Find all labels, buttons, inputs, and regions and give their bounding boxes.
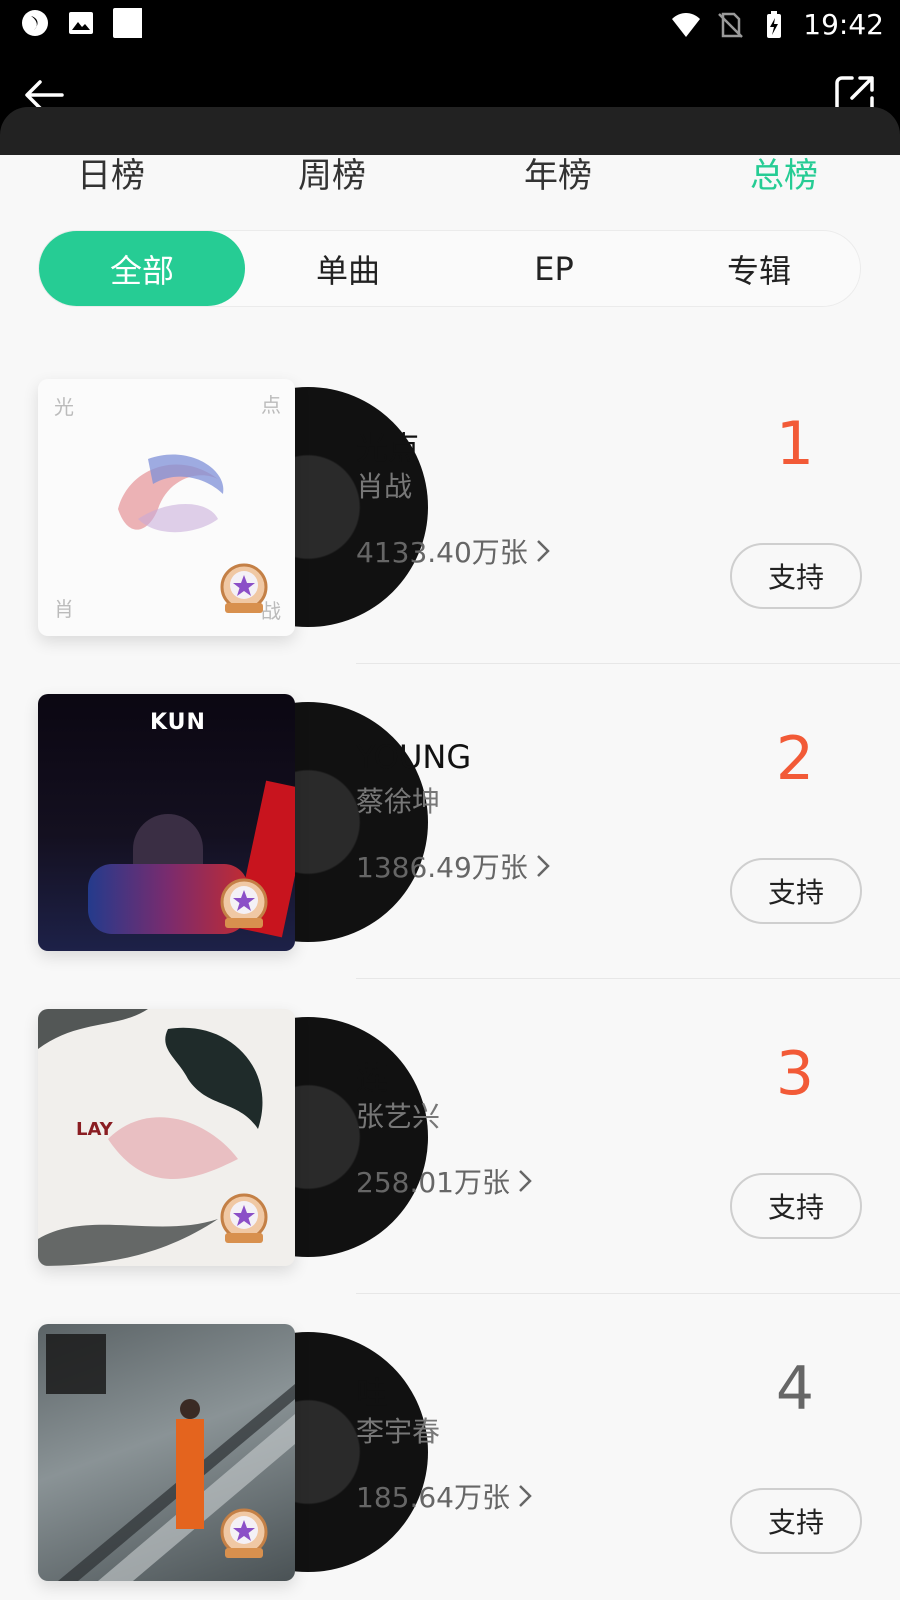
tab-weekly[interactable]: 周榜	[298, 148, 366, 197]
cover-container: KUN	[38, 694, 428, 951]
filter-album[interactable]: 专辑	[656, 231, 862, 306]
cover-corner-text: 肖	[54, 597, 74, 621]
app-notification-icon	[22, 10, 48, 36]
status-bar: 19:42	[0, 0, 900, 50]
divider	[356, 663, 900, 664]
type-filter: 全部 单曲 EP 专辑	[38, 230, 861, 307]
item-sales[interactable]: 1386.49万张	[356, 846, 552, 886]
sales-text: 258.01万张	[356, 1166, 510, 1199]
no-sim-icon	[718, 12, 744, 38]
item-title: 莲	[356, 1059, 389, 1097]
battery-charging-icon	[767, 10, 782, 38]
filter-all[interactable]: 全部	[39, 231, 245, 306]
item-title: 光点	[356, 429, 421, 467]
cover-logo-text: KUN	[150, 710, 206, 735]
sales-text: 185.64万张	[356, 1481, 510, 1514]
period-tabs: 日榜 周榜 年榜 总榜	[0, 148, 900, 208]
cover-corner-text: 光	[54, 395, 74, 419]
item-sales[interactable]: 185.64万张	[356, 1476, 534, 1516]
divider	[356, 978, 900, 979]
cover-container	[38, 1324, 428, 1581]
support-button[interactable]: 支持	[730, 858, 862, 924]
cover-logo-text: LAY	[76, 1119, 113, 1140]
brush-art	[118, 454, 224, 533]
blank-notification-icon	[113, 8, 142, 38]
divider	[356, 1293, 900, 1294]
image-notification-icon	[69, 12, 93, 34]
award-badge-icon	[220, 1193, 268, 1243]
sales-text: 4133.40万张	[356, 536, 528, 569]
list-item[interactable]: KUN YOUNG 蔡徐坤 1386.49万张 2 支持	[0, 694, 900, 1009]
item-artist: 蔡徐坤	[356, 785, 441, 818]
list-item[interactable]: 哇 李宇春 185.64万张 4 支持	[0, 1324, 900, 1600]
chevron-right-icon	[519, 1170, 532, 1192]
support-button[interactable]: 支持	[730, 543, 862, 609]
item-title: YOUNG	[356, 738, 472, 776]
award-badge-icon	[220, 1508, 268, 1558]
item-artist: 李宇春	[356, 1415, 441, 1448]
chevron-right-icon	[536, 855, 550, 877]
chevron-right-icon	[536, 540, 550, 562]
rank-number: 4	[775, 1354, 815, 1424]
list-item[interactable]: LAY 莲 张艺兴 258.01万张 3 支持	[0, 1009, 900, 1324]
cover-container: LAY	[38, 1009, 428, 1266]
item-sales[interactable]: 258.01万张	[356, 1161, 534, 1201]
tab-daily[interactable]: 日榜	[77, 148, 145, 197]
award-badge-icon	[220, 878, 268, 928]
item-artist: 张艺兴	[356, 1100, 441, 1133]
wifi-icon	[672, 12, 701, 37]
filter-ep[interactable]: EP	[451, 231, 657, 306]
rank-number: 3	[775, 1039, 815, 1109]
support-button[interactable]: 支持	[730, 1173, 862, 1239]
tab-yearly[interactable]: 年榜	[524, 148, 592, 197]
cover-corner-text: 点	[261, 393, 281, 417]
filter-single[interactable]: 单曲	[245, 231, 451, 306]
header	[0, 50, 900, 155]
rank-number: 2	[775, 724, 815, 794]
sales-text: 1386.49万张	[356, 851, 528, 884]
award-badge-icon	[220, 563, 268, 613]
item-sales[interactable]: 4133.40万张	[356, 531, 552, 571]
rank-number: 1	[775, 409, 815, 479]
support-button[interactable]: 支持	[730, 1488, 862, 1554]
item-artist: 肖战	[356, 470, 413, 503]
cover-container: 光 点 肖 战	[38, 379, 428, 636]
status-time: 19:42	[803, 8, 884, 41]
item-title: 哇	[356, 1374, 389, 1412]
tab-all-time[interactable]: 总榜	[750, 148, 818, 197]
chevron-right-icon	[519, 1485, 532, 1507]
list-item[interactable]: 光 点 肖 战 光点 肖战 4133.40万张 1 支持	[0, 379, 900, 694]
